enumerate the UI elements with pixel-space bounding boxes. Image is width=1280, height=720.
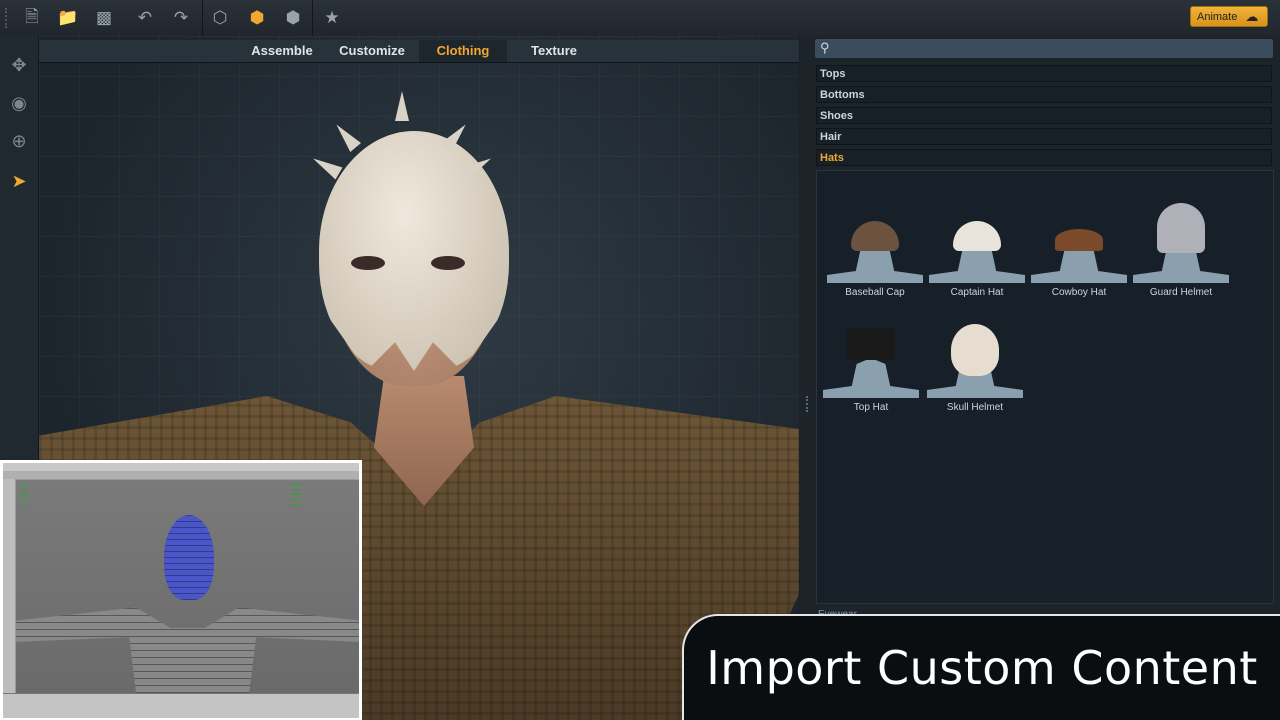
toolbar-separator <box>312 0 313 36</box>
wireframe-body <box>16 607 359 693</box>
toolbar-separator <box>202 0 203 36</box>
character-eye-right <box>431 256 465 270</box>
item-label: Baseball Cap <box>845 287 905 298</box>
item-label: Skull Helmet <box>946 402 1004 413</box>
maya-hud-left: ▬▬▬ ▬▬▬ ▬▬▬ ▬▬▬ ▬▬▬ <box>21 483 29 507</box>
item-skull-helmet[interactable]: Skull Helmet <box>927 316 1023 426</box>
new-file-icon[interactable]: 🗎 <box>17 4 47 32</box>
target-icon[interactable]: ⊕ <box>4 126 34 156</box>
solid-cube-icon[interactable]: ⬢ <box>242 4 272 32</box>
banner-title: Import Custom Content <box>706 641 1258 695</box>
search-bar[interactable]: ⚲ <box>815 39 1273 60</box>
toolbar-grip[interactable] <box>5 8 10 28</box>
undo-icon[interactable]: ↶ <box>130 4 160 32</box>
animate-button[interactable]: Animate ☁ <box>1190 6 1268 27</box>
category-shoes[interactable]: Shoes <box>816 107 1272 124</box>
item-top-hat[interactable]: Top Hat <box>823 316 919 426</box>
open-folder-icon[interactable]: 📁 <box>53 4 83 32</box>
hats-grid: Baseball Cap Captain Hat Cowboy Hat Guar… <box>816 170 1274 604</box>
redo-icon[interactable]: ↷ <box>166 4 196 32</box>
captain-hat-thumbnail <box>953 221 1001 251</box>
character-eye-left <box>351 256 385 270</box>
main-toolbar: 🗎 📁 ▩ ↶ ↷ ⬡ ⬢ ⬢ ★ Animate ☁ <box>0 0 1280 37</box>
maya-viewport: ▬▬▬ ▬▬▬ ▬▬▬ ▬▬▬ ▬▬▬ ▬▬▬▬ ▬▬▬▬ ▬▬▬▬ ▬▬▬▬ ▬▬▬▬ <box>16 480 359 693</box>
search-icon: ⚲ <box>820 40 830 55</box>
item-label: Top Hat <box>853 402 889 413</box>
item-guard-helmet[interactable]: Guard Helmet <box>1133 201 1229 311</box>
move-icon[interactable]: ✥ <box>4 50 34 80</box>
item-label: Cowboy Hat <box>1051 287 1107 298</box>
cloud-upload-icon: ☁ <box>1245 8 1259 24</box>
promo-banner: Import Custom Content <box>682 614 1280 720</box>
maya-window: ▬▬▬ ▬▬▬ ▬▬▬ ▬▬▬ ▬▬▬ ▬▬▬▬ ▬▬▬▬ ▬▬▬▬ ▬▬▬▬ ▬▬▬▬ <box>3 463 359 718</box>
tab-texture[interactable]: Texture <box>511 40 597 62</box>
rotate-icon[interactable]: ◉ <box>4 88 34 118</box>
item-label: Guard Helmet <box>1149 287 1213 298</box>
search-input[interactable] <box>835 39 1269 60</box>
maya-toolbox <box>3 479 15 705</box>
wireframe-head <box>164 515 214 600</box>
animate-label: Animate <box>1197 10 1238 23</box>
item-cowboy-hat[interactable]: Cowboy Hat <box>1031 201 1127 311</box>
maya-preview-inset: ▬▬▬ ▬▬▬ ▬▬▬ ▬▬▬ ▬▬▬ ▬▬▬▬ ▬▬▬▬ ▬▬▬▬ ▬▬▬▬ ▬▬▬▬ <box>0 460 362 720</box>
category-bottoms[interactable]: Bottoms <box>816 86 1272 103</box>
tab-clothing[interactable]: Clothing <box>419 40 507 62</box>
wireframe-cube-icon[interactable]: ⬡ <box>205 4 235 32</box>
maya-timeline <box>3 693 359 718</box>
top-hat-thumbnail <box>847 328 895 360</box>
item-baseball-cap[interactable]: Baseball Cap <box>827 201 923 311</box>
helmet-spike <box>395 91 409 121</box>
skull-helmet-thumbnail <box>951 324 999 376</box>
maya-hud-right: ▬▬▬▬ ▬▬▬▬ ▬▬▬▬ ▬▬▬▬ ▬▬▬▬ <box>291 483 301 507</box>
category-hair[interactable]: Hair <box>816 128 1272 145</box>
pointer-icon[interactable]: ➤ <box>4 166 34 196</box>
splitter-grip[interactable] <box>806 396 810 412</box>
mannequin-silhouette <box>823 358 919 398</box>
category-tops[interactable]: Tops <box>816 65 1272 82</box>
tab-customize[interactable]: Customize <box>329 40 415 62</box>
mode-tabs: Assemble Customize Clothing Texture <box>39 40 799 63</box>
star-icon[interactable]: ★ <box>317 4 347 32</box>
cowboy-hat-thumbnail <box>1055 229 1103 251</box>
baseball-cap-thumbnail <box>851 221 899 251</box>
textured-cube-icon[interactable]: ⬢ <box>278 4 308 32</box>
save-icon[interactable]: ▩ <box>89 4 119 32</box>
maya-toolbar <box>3 471 359 479</box>
tab-assemble[interactable]: Assemble <box>239 40 325 62</box>
guard-helmet-thumbnail <box>1157 203 1205 253</box>
category-hats[interactable]: Hats <box>816 149 1272 166</box>
item-label: Captain Hat <box>950 287 1004 298</box>
item-captain-hat[interactable]: Captain Hat <box>929 201 1025 311</box>
